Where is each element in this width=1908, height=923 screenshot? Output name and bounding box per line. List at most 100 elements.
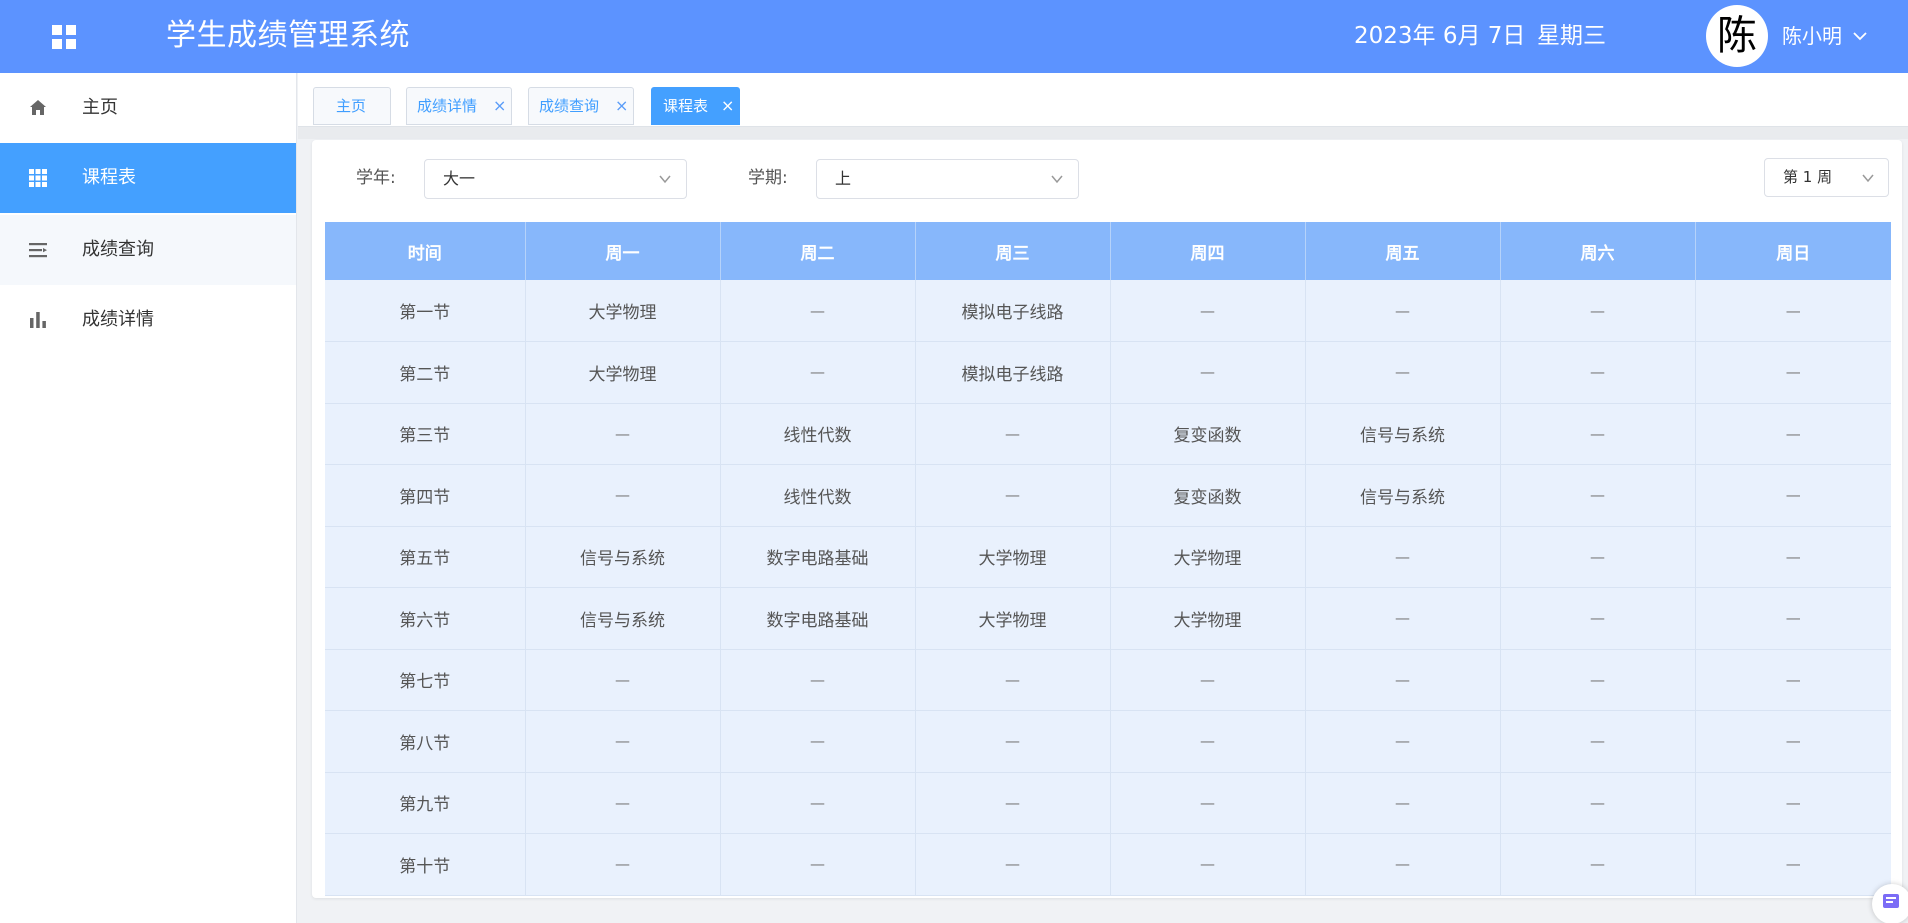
bar-chart-icon [28,310,48,330]
week-select-value: 第 1 周 [1783,168,1833,186]
course-cell: 大学物理 [524,341,720,404]
term-select[interactable]: 上 [816,159,1079,199]
week-select[interactable]: 第 1 周 [1764,158,1889,197]
top-header: 学生成绩管理系统 2023年 6月 7日 星期三 陈 陈小明 [0,0,1908,73]
table-row: 第五节 信号与系统 数字电路基础 大学物理 大学物理 — — — [325,526,1891,588]
course-cell: 模拟电子线路 [914,280,1110,342]
avatar[interactable]: 陈 [1706,5,1768,67]
sidebar-item-timetable[interactable]: 课程表 [0,143,296,213]
course-cell: — [914,403,1110,465]
app-title: 学生成绩管理系统 [166,18,410,53]
course-cell: — [719,649,915,711]
course-cell: — [719,772,915,834]
course-cell: 大学物理 [524,280,720,342]
year-select-value: 大一 [443,169,476,188]
course-cell: 数字电路基础 [719,587,915,650]
course-cell: 信号与系统 [1304,464,1500,527]
course-cell: — [1694,833,1891,896]
table-row: 第二节 大学物理 — 模拟电子线路 — — — — [325,341,1891,404]
course-cell: 复变函数 [1109,464,1305,527]
close-icon[interactable]: × [721,88,734,124]
course-cell: 信号与系统 [524,587,720,650]
column-header-day: 周五 [1304,222,1500,280]
sidebar-item-score-query[interactable]: 成绩查询 [0,215,296,285]
course-cell: — [1109,280,1305,342]
tabs-bar-shadow [298,127,1908,139]
course-cell: — [719,833,915,896]
course-cell: — [1694,649,1891,711]
course-cell: — [524,833,720,896]
period-label: 第九节 [325,772,525,834]
course-cell: — [1499,526,1695,588]
course-cell: 大学物理 [914,587,1110,650]
course-cell: 信号与系统 [524,526,720,588]
course-cell: — [1499,403,1695,465]
current-weekday: 星期三 [1537,23,1606,49]
table-row: 第八节 — — — — — — — [325,710,1891,773]
course-cell: 大学物理 [1109,526,1305,588]
home-icon [28,98,48,118]
chat-icon [1883,894,1899,908]
term-label: 学期: [748,168,788,188]
sidebar-item-label: 成绩详情 [82,309,154,330]
tab-home[interactable]: 主页 [313,87,391,125]
course-cell: 大学物理 [1109,587,1305,650]
tab-label: 成绩查询 [539,97,600,115]
course-cell: — [1499,649,1695,711]
course-cell: — [1304,280,1500,342]
floating-assistant-button[interactable] [1872,884,1908,923]
close-icon[interactable]: × [615,88,628,124]
table-row: 第十节 — — — — — — — [325,833,1891,896]
table-row: 第九节 — — — — — — — [325,772,1891,834]
table-row: 第七节 — — — — — — — [325,649,1891,711]
course-cell: — [1499,833,1695,896]
course-cell: 线性代数 [719,403,915,465]
close-icon[interactable]: × [493,88,506,124]
timetable-header-row: 时间 周一 周二 周三 周四 周五 周六 周日 [325,222,1891,280]
course-cell: — [1499,587,1695,650]
course-cell: — [1109,772,1305,834]
year-select[interactable]: 大一 [424,159,687,199]
period-label: 第五节 [325,526,525,588]
tab-score-query[interactable]: 成绩查询 × [528,87,634,125]
user-menu-name[interactable]: 陈小明 [1782,20,1842,52]
course-cell: — [719,280,915,342]
course-cell: — [1304,772,1500,834]
chevron-down-icon[interactable] [1852,29,1868,43]
column-header-day: 周三 [914,222,1110,280]
list-icon [28,240,48,260]
sidebar-item-home[interactable]: 主页 [0,73,296,143]
course-cell: — [1694,464,1891,527]
sidebar-item-score-detail[interactable]: 成绩详情 [0,285,296,355]
course-cell: — [1109,649,1305,711]
column-header-day: 周二 [719,222,915,280]
course-cell: — [914,649,1110,711]
course-cell: — [1694,341,1891,404]
course-cell: 大学物理 [914,526,1110,588]
period-label: 第三节 [325,403,525,465]
course-cell: 模拟电子线路 [914,341,1110,404]
course-cell: — [1304,587,1500,650]
period-label: 第四节 [325,464,525,527]
tab-label: 主页 [336,97,367,115]
course-cell: — [1304,833,1500,896]
table-row: 第六节 信号与系统 数字电路基础 大学物理 大学物理 — — — [325,587,1891,650]
column-header-time: 时间 [325,222,525,280]
course-cell: — [1694,403,1891,465]
menu-grid-icon[interactable] [51,24,77,50]
course-cell: — [1109,833,1305,896]
course-cell: — [1499,341,1695,404]
course-cell: — [1499,772,1695,834]
column-header-day: 周六 [1499,222,1695,280]
grid-icon [28,168,48,188]
course-cell: — [524,710,720,773]
column-header-day: 周四 [1109,222,1305,280]
course-cell: — [1499,464,1695,527]
course-cell: — [1304,710,1500,773]
column-header-day: 周一 [524,222,720,280]
period-label: 第七节 [325,649,525,711]
tab-score-detail[interactable]: 成绩详情 × [406,87,512,125]
period-label: 第十节 [325,833,525,896]
course-cell: — [1499,280,1695,342]
tab-timetable[interactable]: 课程表 × [651,87,740,125]
